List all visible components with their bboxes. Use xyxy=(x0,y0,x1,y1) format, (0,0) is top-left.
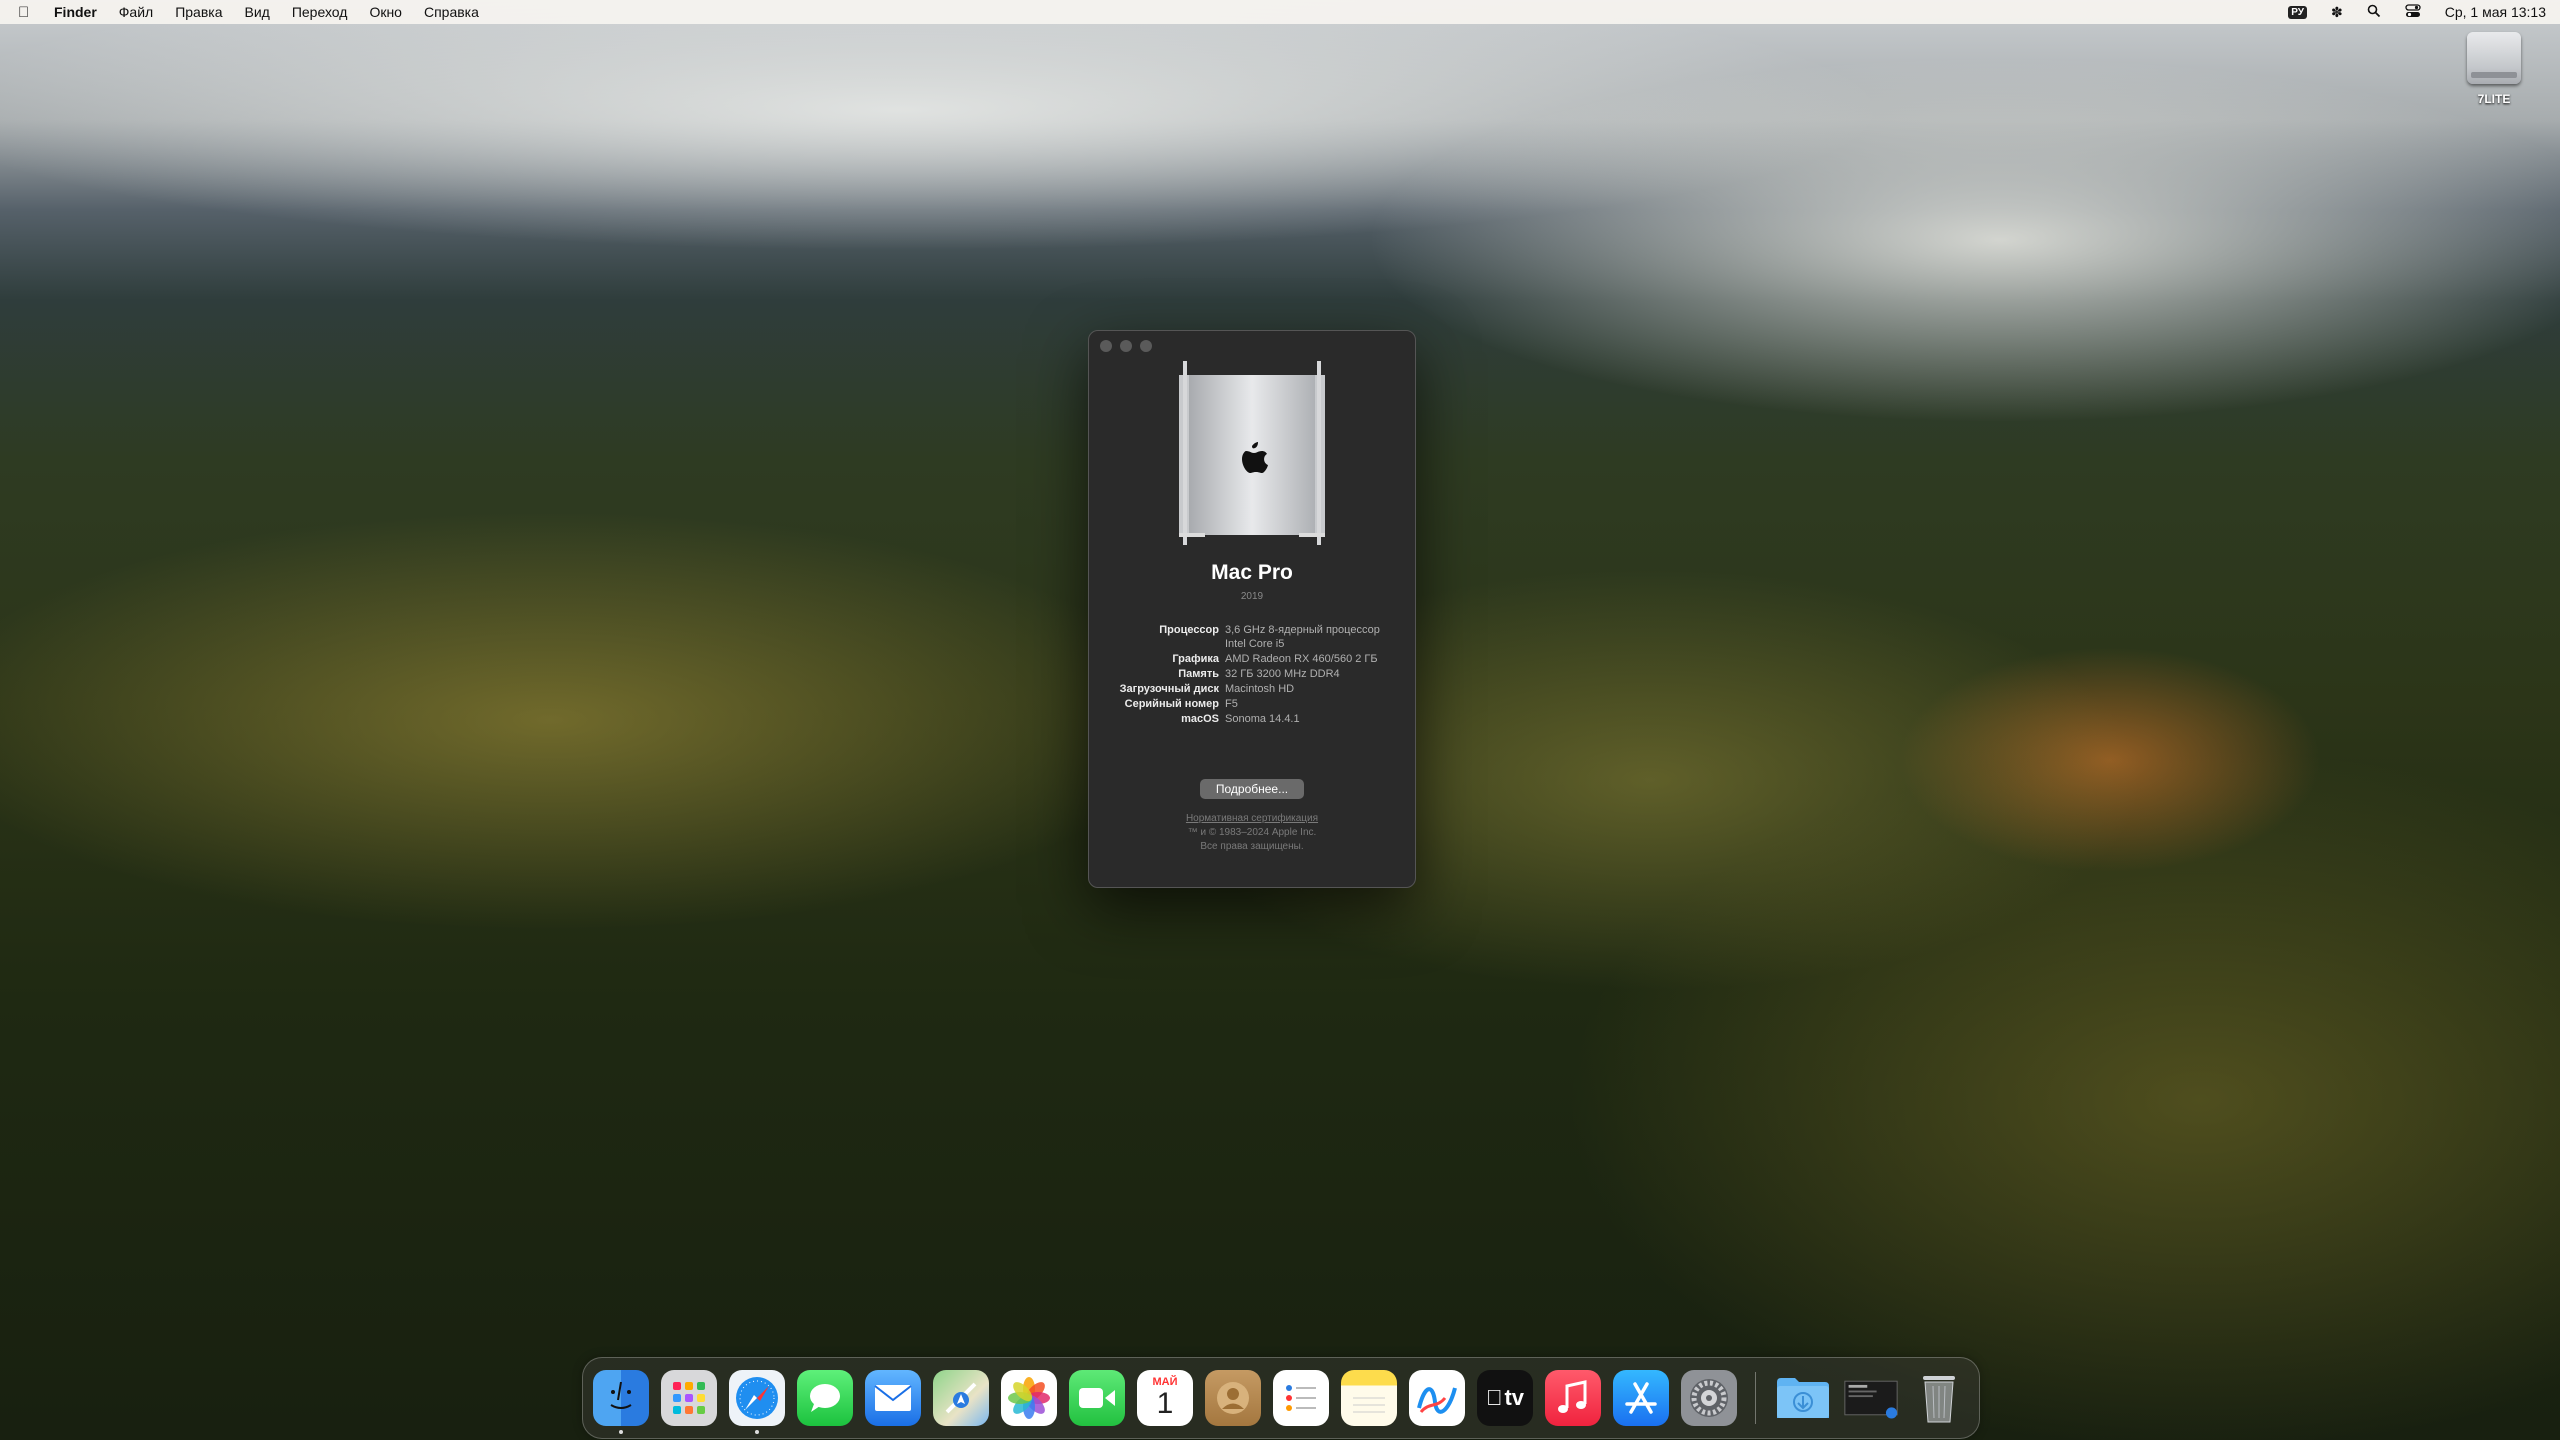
about-this-mac-window: Mac Pro 2019 Процессор 3,6 GHz 8-ядерный… xyxy=(1088,330,1416,888)
minimize-button[interactable] xyxy=(1120,340,1132,352)
control-center-icon[interactable] xyxy=(2405,3,2421,21)
more-info-button[interactable]: Подробнее... xyxy=(1200,779,1304,799)
freeform-icon[interactable] xyxy=(1409,1370,1465,1426)
menu-go[interactable]: Переход xyxy=(292,4,348,20)
spec-value: Macintosh HD xyxy=(1225,683,1295,695)
menu-file[interactable]: Файл xyxy=(119,4,153,20)
mail-icon[interactable] xyxy=(865,1370,921,1426)
input-source-menu[interactable]: РУ xyxy=(2288,5,2307,19)
spec-row-serial: Серийный номер F5 xyxy=(1089,697,1415,711)
contacts-icon[interactable] xyxy=(1205,1370,1261,1426)
calendar-icon[interactable]: МАЙ 1 xyxy=(1137,1370,1193,1426)
photos-icon[interactable] xyxy=(1001,1370,1057,1426)
tv-label: tv xyxy=(1496,1385,1524,1410)
trash-icon[interactable] xyxy=(1911,1370,1967,1426)
spec-label: Процессор xyxy=(1159,624,1219,636)
messages-icon[interactable] xyxy=(797,1370,853,1426)
rights-text: Все права защищены. xyxy=(1200,841,1304,852)
mac-pro-image xyxy=(1179,361,1325,545)
zoom-button[interactable] xyxy=(1140,340,1152,352)
notes-icon[interactable] xyxy=(1341,1370,1397,1426)
spec-label: Серийный номер xyxy=(1124,698,1219,710)
volume-label: 7LITE xyxy=(2477,92,2511,106)
close-button[interactable] xyxy=(1100,340,1112,352)
menu-bar:  Finder Файл Правка Вид Переход Окно Сп… xyxy=(0,0,2560,24)
reminders-icon[interactable] xyxy=(1273,1370,1329,1426)
menu-view[interactable]: Вид xyxy=(245,4,270,20)
downloads-folder-icon[interactable] xyxy=(1775,1370,1831,1426)
regulatory-certification-link[interactable]: Нормативная сертификация xyxy=(1089,812,1415,826)
spec-value: 3,6 GHz 8-ядерный процессор Intel Core i… xyxy=(1225,624,1380,650)
desktop-volume[interactable]: 7LITE xyxy=(2458,32,2530,106)
app-store-icon[interactable] xyxy=(1613,1370,1669,1426)
system-settings-icon[interactable] xyxy=(1681,1370,1737,1426)
running-indicator xyxy=(619,1430,623,1434)
screenshot-stack-icon[interactable] xyxy=(1843,1370,1899,1426)
spotlight-search-icon[interactable] xyxy=(2367,4,2381,21)
apple-tv-icon[interactable]: tv xyxy=(1477,1370,1533,1426)
spec-row-processor: Процессор 3,6 GHz 8-ядерный процессор In… xyxy=(1089,623,1415,651)
dock: МАЙ 1 tv xyxy=(582,1357,1980,1439)
spec-value: Sonoma 14.4.1 xyxy=(1225,713,1300,725)
facetime-icon[interactable] xyxy=(1069,1370,1125,1426)
apple-menu-icon[interactable]:  xyxy=(18,4,34,21)
spec-label: Память xyxy=(1178,668,1219,680)
music-icon[interactable] xyxy=(1545,1370,1601,1426)
finder-icon[interactable] xyxy=(593,1370,649,1426)
spec-value: F5 xyxy=(1225,698,1238,710)
model-name: Mac Pro xyxy=(1211,561,1293,584)
dock-separator xyxy=(1755,1372,1756,1424)
menu-edit[interactable]: Правка xyxy=(175,4,222,20)
running-indicator xyxy=(755,1430,759,1434)
copyright-text: ™ и © 1983–2024 Apple Inc. xyxy=(1187,827,1317,838)
hard-drive-icon[interactable] xyxy=(2467,32,2521,84)
window-controls xyxy=(1100,340,1152,352)
spec-row-memory: Память 32 ГБ 3200 MHz DDR4 xyxy=(1089,667,1415,681)
spec-label: Графика xyxy=(1172,653,1219,665)
accessibility-icon[interactable]: ✽ xyxy=(2331,4,2343,21)
calendar-day: 1 xyxy=(1156,1387,1174,1420)
menu-clock[interactable]: Ср, 1 мая 13:13 xyxy=(2445,4,2546,20)
spec-row-macos: macOS Sonoma 14.4.1 xyxy=(1089,712,1415,726)
spec-label: macOS xyxy=(1181,713,1219,725)
spec-row-graphics: Графика AMD Radeon RX 460/560 2 ГБ xyxy=(1089,652,1415,666)
menu-app-finder[interactable]: Finder xyxy=(54,4,97,20)
spec-value: 32 ГБ 3200 MHz DDR4 xyxy=(1225,668,1340,680)
menu-window[interactable]: Окно xyxy=(369,4,402,20)
menu-help[interactable]: Справка xyxy=(424,4,479,20)
maps-icon[interactable] xyxy=(933,1370,989,1426)
spec-label: Загрузочный диск xyxy=(1119,683,1219,695)
spec-value: AMD Radeon RX 460/560 2 ГБ xyxy=(1225,653,1378,665)
safari-icon[interactable] xyxy=(729,1370,785,1426)
specs-list: Процессор 3,6 GHz 8-ядерный процессор In… xyxy=(1089,623,1415,727)
model-year: 2019 xyxy=(1240,591,1264,602)
spec-row-startup-disk: Загрузочный диск Macintosh HD xyxy=(1089,682,1415,696)
launchpad-icon[interactable] xyxy=(661,1370,717,1426)
